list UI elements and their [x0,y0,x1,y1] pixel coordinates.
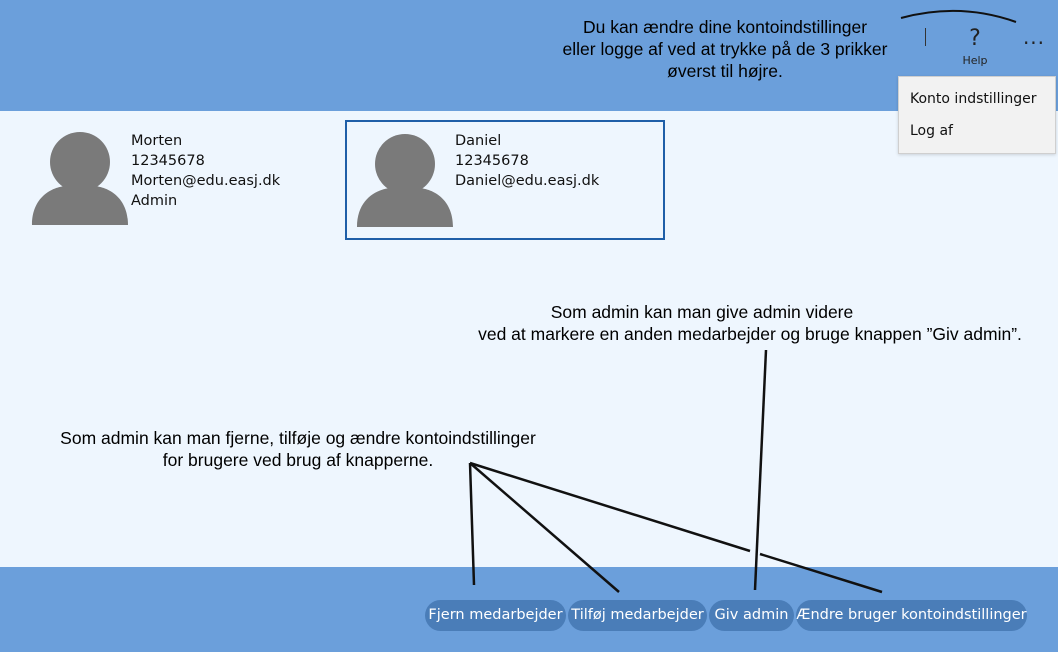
ellipsis-icon: ... [1022,25,1046,49]
user-name: Morten [131,133,183,149]
help-button[interactable]: ? Help [955,26,995,67]
question-mark-icon: ? [969,26,981,51]
user-email: Daniel@edu.easj.dk [455,173,600,189]
add-employee-button[interactable]: Tilføj medarbejder [568,600,707,631]
pointer-line [753,349,768,591]
annotation-line: eller logge af ved at trykke på de 3 pri… [562,39,888,59]
user-role: Admin [131,193,178,209]
user-details: Daniel 12345678 Daniel@edu.easj.dk [455,131,599,191]
buttons-annotation: Som admin kan man fjerne, tilføje og ænd… [38,427,558,471]
remove-employee-button[interactable]: Fjern medarbejder [425,600,566,631]
user-name: Daniel [455,133,502,149]
account-settings-annotation: Du kan ændre dine kontoindstillinger ell… [540,16,910,82]
annotation-line: øverst til højre. [667,61,783,81]
give-admin-button[interactable]: Giv admin [709,600,794,631]
user-phone: 12345678 [455,153,529,169]
more-options-button[interactable]: ... [1018,22,1050,52]
annotation-line: for brugere ved brug af knapperne. [162,450,434,470]
annotation-line: ved at markere en anden medarbejder og b… [478,324,1022,344]
user-avatar-icon [357,134,453,227]
annotation-line: Som admin kan man give admin videre [550,302,854,322]
user-email: Morten@edu.easj.dk [131,173,281,189]
edit-account-settings-button[interactable]: Ændre bruger kontoindstillinger [796,600,1027,631]
user-details: Morten 12345678 Morten@edu.easj.dk Admin [131,131,280,211]
user-avatar-icon [32,132,128,225]
menu-item-account-settings[interactable]: Konto indstillinger [910,91,1037,107]
account-menu: Konto indstillinger Log af [898,76,1056,154]
pointer-line [469,461,751,553]
command-bar-separator [925,28,926,46]
menu-item-log-off[interactable]: Log af [910,123,953,139]
give-admin-annotation: Som admin kan man give admin videre ved … [452,301,1048,345]
annotation-line: Som admin kan man fjerne, tilføje og ænd… [60,428,536,448]
user-card-selected[interactable]: Daniel 12345678 Daniel@edu.easj.dk [345,120,665,240]
user-card[interactable]: Morten 12345678 Morten@edu.easj.dk Admin [20,121,340,239]
user-phone: 12345678 [131,153,205,169]
annotation-line: Du kan ændre dine kontoindstillinger [582,17,868,37]
help-label: Help [962,54,988,67]
